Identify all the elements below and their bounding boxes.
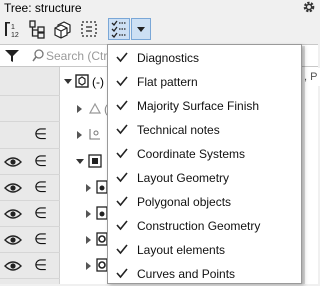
membership-icon[interactable]: ∈ [34,127,48,142]
tree-row-label: (-) [92,75,104,89]
tree-structure-icon [29,20,45,39]
svg-text:12: 12 [11,32,19,39]
menu-item-coordinate-systems[interactable]: Coordinate Systems [108,142,301,166]
check-icon [116,124,128,135]
expand-arrow-icon[interactable] [64,79,72,84]
check-icon [116,100,128,111]
membership-icon[interactable]: ∈ [34,180,48,195]
menu-item-layout-elements[interactable]: Layout elements [108,238,301,262]
filter-dropdown-button[interactable] [131,18,151,40]
filter-list-button[interactable] [108,18,130,40]
eye-icon[interactable] [4,259,22,273]
menu-item-majority-surface-finish[interactable]: Majority Surface Finish [108,94,301,118]
eye-icon[interactable] [4,155,22,169]
check-icon [116,52,128,63]
expand-arrow-icon[interactable] [77,131,82,139]
menu-item-label: Curves and Points [137,267,236,281]
menu-item-label: Layout Geometry [137,171,230,185]
window-title: Tree: structure [4,1,82,15]
eye-icon[interactable] [4,207,22,221]
selection-icon [81,21,97,37]
menu-item-label: Construction Geometry [137,219,261,233]
sketch-icon [88,127,102,141]
menu-item-label: Polygonal objects [137,195,232,209]
menu-item-polygonal-objects[interactable]: Polygonal objects [108,190,301,214]
menu-item-layout-geometry[interactable]: Layout Geometry [108,166,301,190]
check-icon [116,268,128,279]
filter-list-icon [111,20,126,38]
expand-arrow-icon[interactable] [86,210,91,218]
menu-item-construction-geometry[interactable]: Construction Geometry [108,214,301,238]
menu-item-technical-notes[interactable]: Technical notes [108,118,301,142]
membership-icon[interactable]: ∈ [34,232,48,247]
title-bar: Tree: structure [0,0,318,17]
expand-arrow-icon[interactable] [86,262,91,270]
check-icon [116,244,128,255]
check-icon [116,172,128,183]
body-icon [88,154,102,168]
menu-item-label: Layout elements [137,243,226,257]
filter-dropdown-menu: Diagnostics Flat pattern Majority Surfac… [107,44,302,284]
funnel-icon[interactable] [4,49,20,66]
expand-arrow-icon[interactable] [86,184,91,192]
sort-icon: 1 12 [5,22,19,39]
parts-icon [54,21,71,39]
toolbar: 1 12 [0,17,318,44]
membership-icon[interactable]: ∈ [34,206,48,221]
search-icon [32,49,44,66]
svg-text:1: 1 [11,24,15,31]
menu-item-curves-and-points[interactable]: Curves and Points [108,262,301,286]
check-icon [116,76,128,87]
menu-item-label: Technical notes [137,123,220,137]
membership-icon[interactable]: ∈ [34,154,48,169]
expand-arrow-icon[interactable] [86,236,91,244]
selection-button[interactable] [78,18,100,40]
gear-icon[interactable] [302,0,316,14]
tree-structure-button[interactable] [26,18,48,40]
menu-item-label: Flat pattern [137,75,198,89]
eye-icon[interactable] [4,233,22,247]
membership-icon[interactable]: ∈ [34,258,48,273]
check-icon [116,220,128,231]
expand-arrow-icon[interactable] [77,105,82,113]
menu-item-label: Majority Surface Finish [137,99,260,113]
parts-button[interactable] [52,18,74,40]
menu-item-flat-pattern[interactable]: Flat pattern [108,70,301,94]
check-icon [116,148,128,159]
menu-item-label: Coordinate Systems [137,147,246,161]
assembly-icon [75,74,89,88]
chevron-down-icon [137,27,145,32]
menu-item-diagnostics[interactable]: Diagnostics [108,46,301,70]
check-icon [116,196,128,207]
expand-arrow-icon[interactable] [76,159,84,164]
menu-shadow [302,46,305,284]
menu-item-label: Diagnostics [137,51,200,65]
origin-icon [88,101,102,115]
sort-button[interactable]: 1 12 [2,18,24,40]
eye-icon[interactable] [4,181,22,195]
